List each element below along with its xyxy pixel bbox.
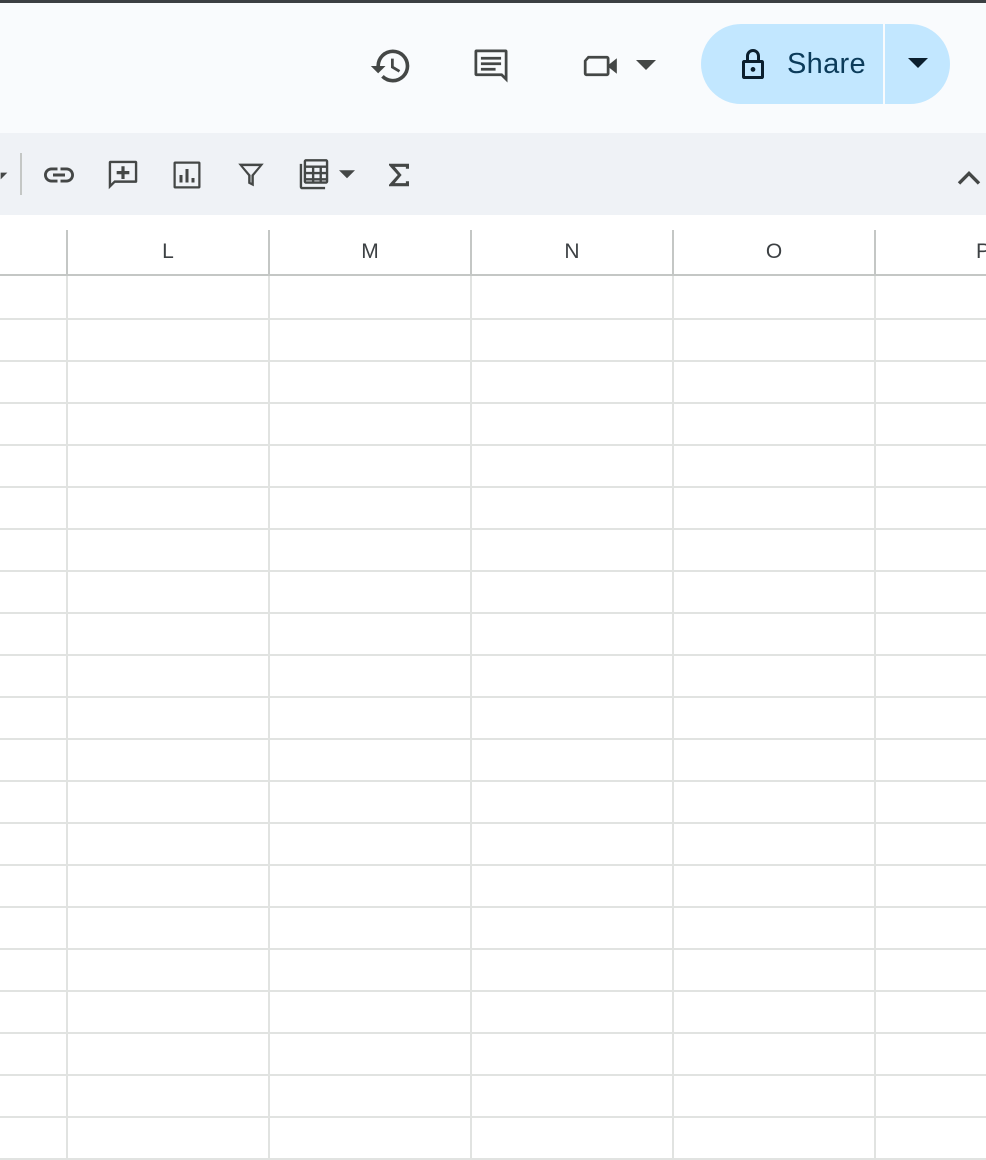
insert-link-icon	[44, 167, 74, 183]
formatting-toolbar	[0, 133, 986, 215]
column-gridline	[672, 276, 674, 1160]
cell-grid[interactable]	[0, 276, 986, 1160]
lock-icon	[742, 49, 764, 79]
column-label: M	[361, 240, 379, 263]
row-gridline	[0, 1116, 986, 1118]
app-header: Share	[0, 3, 986, 133]
filter-views-icon	[299, 159, 329, 190]
column-label: L	[162, 240, 174, 263]
row-gridline	[0, 444, 986, 446]
row-gridline	[0, 948, 986, 950]
chevron-up-icon	[957, 171, 981, 185]
row-gridline	[0, 318, 986, 320]
column-label: O	[765, 240, 783, 263]
column-header-p[interactable]: P	[876, 230, 986, 276]
insert-comment-icon	[108, 160, 138, 190]
row-gridline	[0, 822, 986, 824]
row-gridline	[0, 906, 986, 908]
row-gridline	[0, 864, 986, 866]
comments-button[interactable]	[462, 37, 520, 95]
row-gridline	[0, 1074, 986, 1076]
share-label: Share	[787, 48, 866, 80]
column-header-m[interactable]: M	[270, 230, 472, 276]
column-header-l[interactable]: L	[68, 230, 270, 276]
collapse-toolbar-button[interactable]	[952, 157, 986, 193]
share-options-button[interactable]	[885, 24, 950, 104]
filter-icon	[238, 163, 264, 187]
column-header-partial[interactable]	[0, 230, 68, 276]
chevron-down-icon	[339, 170, 355, 179]
chevron-down-icon	[0, 172, 8, 180]
row-gridline	[0, 360, 986, 362]
meet-button[interactable]	[572, 37, 662, 95]
insert-chart-button[interactable]	[164, 153, 210, 197]
row-gridline	[0, 1032, 986, 1034]
insert-link-button[interactable]	[36, 153, 82, 197]
chevron-down-icon	[636, 60, 656, 70]
row-gridline	[0, 696, 986, 698]
row-gridline	[0, 990, 986, 992]
comments-icon	[474, 49, 508, 83]
column-label: N	[564, 240, 580, 263]
toolbar-gap	[0, 215, 986, 230]
row-gridline	[0, 654, 986, 656]
column-header-o[interactable]: O	[674, 230, 876, 276]
functions-icon	[389, 163, 409, 187]
row-gridline	[0, 486, 986, 488]
column-gridline	[66, 276, 68, 1160]
toolbar-separator	[20, 153, 22, 195]
column-label: P	[975, 240, 986, 263]
caret-down-icon	[907, 58, 928, 68]
share-button-group: Share	[701, 24, 950, 104]
version-history-button[interactable]	[362, 37, 420, 95]
insert-comment-button[interactable]	[100, 153, 146, 197]
version-history-icon	[370, 49, 410, 83]
row-gridline	[0, 780, 986, 782]
functions-button[interactable]	[376, 153, 422, 197]
insert-chart-icon	[173, 161, 201, 189]
row-gridline	[0, 612, 986, 614]
meet-icon	[583, 55, 617, 77]
column-gridline	[874, 276, 876, 1160]
filter-button[interactable]	[228, 153, 274, 197]
share-button[interactable]: Share	[701, 24, 883, 104]
column-gridline	[470, 276, 472, 1160]
column-header-n[interactable]: N	[472, 230, 674, 276]
row-gridline	[0, 528, 986, 530]
row-gridline	[0, 402, 986, 404]
column-gridline	[268, 276, 270, 1160]
filter-views-button[interactable]	[290, 153, 360, 197]
row-gridline	[0, 570, 986, 572]
row-gridline	[0, 738, 986, 740]
